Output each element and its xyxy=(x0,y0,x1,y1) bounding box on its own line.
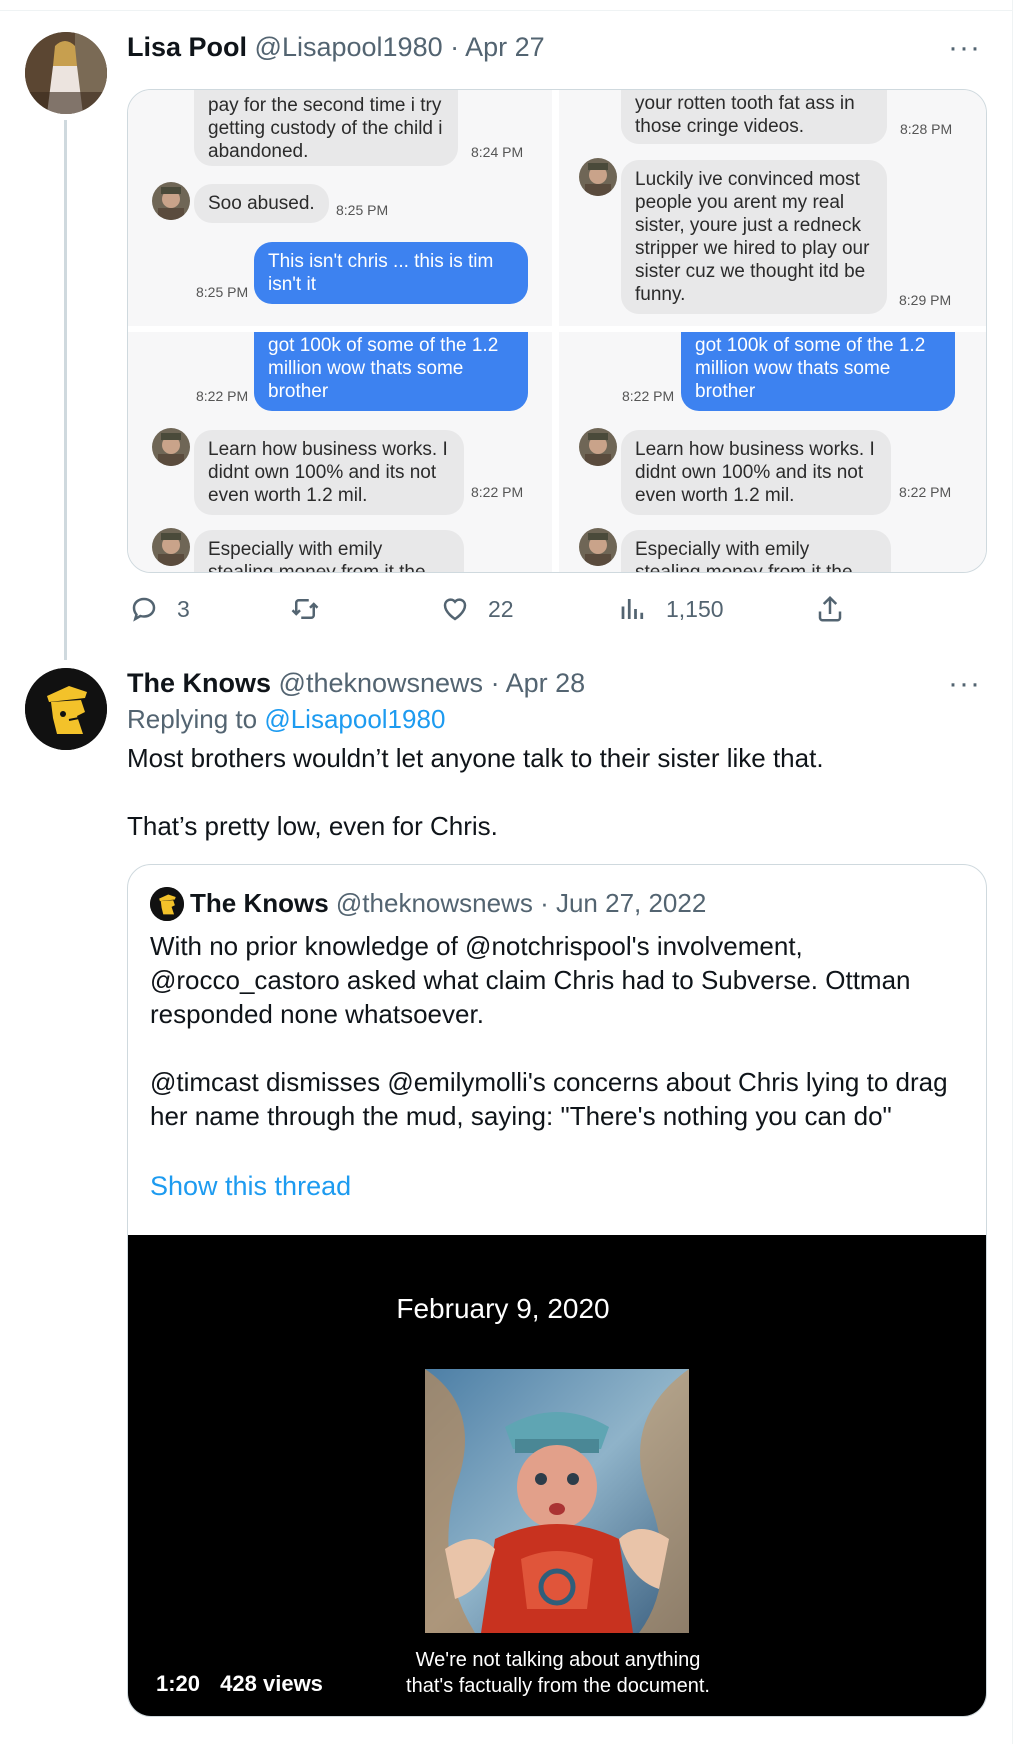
message-bubble: Especially with emily stealing money fro… xyxy=(621,530,891,572)
video-duration: 1:20 xyxy=(156,1671,201,1696)
message-bubble: pay for the second time i try getting cu… xyxy=(194,90,458,166)
quoted-tweet-header: The Knows @theknowsnews · Jun 27, 2022 xyxy=(190,888,706,919)
message-bubble: Soo abused. xyxy=(194,184,329,223)
quoted-tweet-text: With no prior knowledge of @notchrispool… xyxy=(150,929,960,1133)
timestamp: 8:22 PM xyxy=(622,388,675,404)
quoted-paragraph-1: With no prior knowledge of @notchrispool… xyxy=(150,931,911,1029)
message-text: pay for the second time i try getting cu… xyxy=(208,95,443,162)
screenshot-bottom-left: 8:22 PM got 100k of some of the 1.2 mill… xyxy=(128,332,552,572)
message-bubble-sent: got 100k of some of the 1.2 million wow … xyxy=(681,332,955,411)
message-bubble: your rotten tooth fat ass in those cring… xyxy=(621,90,887,144)
more-options-icon[interactable]: ··· xyxy=(948,33,981,63)
tweet-date: · Jun 27, 2022 xyxy=(540,888,707,918)
video-player[interactable]: February 9, 2020 We're not talking about… xyxy=(128,1235,986,1716)
message-bubble-sent: got 100k of some of the 1.2 million wow … xyxy=(254,332,528,411)
view-count: 1,150 xyxy=(666,595,724,622)
timestamp: 8:29 PM xyxy=(899,292,952,308)
share-icon xyxy=(818,595,842,622)
timestamp: 8:25 PM xyxy=(336,202,389,218)
timestamp: 8:22 PM xyxy=(899,484,952,500)
reply-button[interactable]: 3 xyxy=(129,594,190,624)
heart-icon xyxy=(443,598,467,621)
tweet-text-line1: Most brothers wouldn’t let anyone talk t… xyxy=(127,743,824,773)
like-button[interactable]: 22 xyxy=(440,594,514,624)
quoted-paragraph-2: @timcast dismisses @emilymolli's concern… xyxy=(150,1067,948,1131)
retweet-button[interactable] xyxy=(290,594,338,624)
message-text: got 100k of some of the 1.2 million wow … xyxy=(268,335,499,402)
author-handle[interactable]: @Lisapool1980 xyxy=(255,32,443,62)
author-name: The Knows xyxy=(190,888,329,918)
thread-line xyxy=(64,120,67,660)
tweet-date[interactable]: · Apr 27 xyxy=(450,32,545,62)
video-stats: 1:20 428 views xyxy=(156,1671,337,1697)
message-text: Soo abused. xyxy=(208,193,315,214)
caption-line: We're not talking about anything xyxy=(415,1649,701,1671)
video-views: 428 views xyxy=(220,1671,323,1696)
more-options-icon[interactable]: ··· xyxy=(948,669,981,699)
caption-line: that's factually from the document. xyxy=(406,1675,710,1697)
tweet2-header: The Knows @theknowsnews · Apr 28 xyxy=(127,668,585,699)
contact-avatar xyxy=(579,528,617,566)
reply-icon xyxy=(132,597,156,622)
message-bubble: Luckily ive convinced most people you ar… xyxy=(621,160,887,314)
timestamp: 8:22 PM xyxy=(471,484,524,500)
show-thread-link[interactable]: Show this thread xyxy=(150,1171,351,1202)
message-text: This isn't chris ... this is tim isn't i… xyxy=(268,251,494,295)
contact-avatar xyxy=(152,182,190,220)
screenshot-top-right: your rotten tooth fat ass in those cring… xyxy=(559,90,986,326)
like-count: 22 xyxy=(488,595,514,622)
top-divider xyxy=(0,10,1012,11)
timestamp: 8:25 PM xyxy=(196,284,249,300)
retweet-icon xyxy=(291,599,319,619)
attached-image-collage[interactable]: pay for the second time i try getting cu… xyxy=(127,89,987,573)
the-knows-logo-icon xyxy=(25,668,107,750)
contact-avatar xyxy=(579,428,617,466)
author-name[interactable]: Lisa Pool xyxy=(127,32,247,62)
replying-to: Replying to @Lisapool1980 xyxy=(127,704,445,735)
avatar[interactable] xyxy=(25,668,107,750)
video-caption: We're not talking about anything that's … xyxy=(348,1647,768,1699)
tweet1-header: Lisa Pool @Lisapool1980 · Apr 27 xyxy=(127,32,545,63)
share-button[interactable] xyxy=(815,594,863,624)
contact-avatar xyxy=(152,528,190,566)
message-text: Learn how business works. I didnt own 10… xyxy=(208,439,448,506)
message-text: Especially with emily stealing money fro… xyxy=(635,539,853,572)
tweet-text-line2: That’s pretty low, even for Chris. xyxy=(127,811,498,841)
the-knows-logo-icon xyxy=(150,887,184,921)
screenshot-bottom-right: 8:22 PM got 100k of some of the 1.2 mill… xyxy=(559,332,986,572)
message-text: got 100k of some of the 1.2 million wow … xyxy=(695,335,926,402)
avatar xyxy=(150,887,184,921)
views-button[interactable]: 1,150 xyxy=(618,594,724,624)
timestamp: 8:28 PM xyxy=(900,121,953,137)
author-handle: @theknowsnews xyxy=(335,888,533,918)
reply-count: 3 xyxy=(177,595,190,622)
screenshot-top-left: pay for the second time i try getting cu… xyxy=(128,90,552,326)
timestamp: 8:24 PM xyxy=(471,144,524,160)
author-handle[interactable]: @theknowsnews xyxy=(279,668,484,698)
column-divider xyxy=(1012,0,1013,1744)
replying-to-handle[interactable]: @Lisapool1980 xyxy=(264,704,445,734)
message-text: Learn how business works. I didnt own 10… xyxy=(635,439,875,506)
author-name[interactable]: The Knows xyxy=(127,668,271,698)
collage-gap-horizontal xyxy=(128,326,986,332)
message-text: Luckily ive convinced most people you ar… xyxy=(635,169,870,305)
analytics-icon xyxy=(621,599,644,619)
avatar[interactable] xyxy=(25,32,107,114)
tweet-date[interactable]: · Apr 28 xyxy=(491,668,586,698)
message-bubble: Learn how business works. I didnt own 10… xyxy=(194,430,464,515)
contact-avatar xyxy=(579,158,617,196)
message-bubble-sent: This isn't chris ... this is tim isn't i… xyxy=(254,242,528,304)
message-bubble: Especially with emily stealing money fro… xyxy=(194,530,464,572)
timestamp: 8:22 PM xyxy=(196,388,249,404)
message-text: your rotten tooth fat ass in those cring… xyxy=(635,93,855,137)
message-bubble: Learn how business works. I didnt own 10… xyxy=(621,430,891,515)
contact-avatar xyxy=(152,428,190,466)
quoted-tweet[interactable]: The Knows @theknowsnews · Jun 27, 2022 W… xyxy=(127,864,987,1717)
video-thumbnail-artwork xyxy=(425,1369,689,1633)
message-text: Especially with emily stealing money fro… xyxy=(208,539,426,572)
replying-to-prefix: Replying to xyxy=(127,704,265,734)
video-overlay-date: February 9, 2020 xyxy=(396,1293,610,1324)
